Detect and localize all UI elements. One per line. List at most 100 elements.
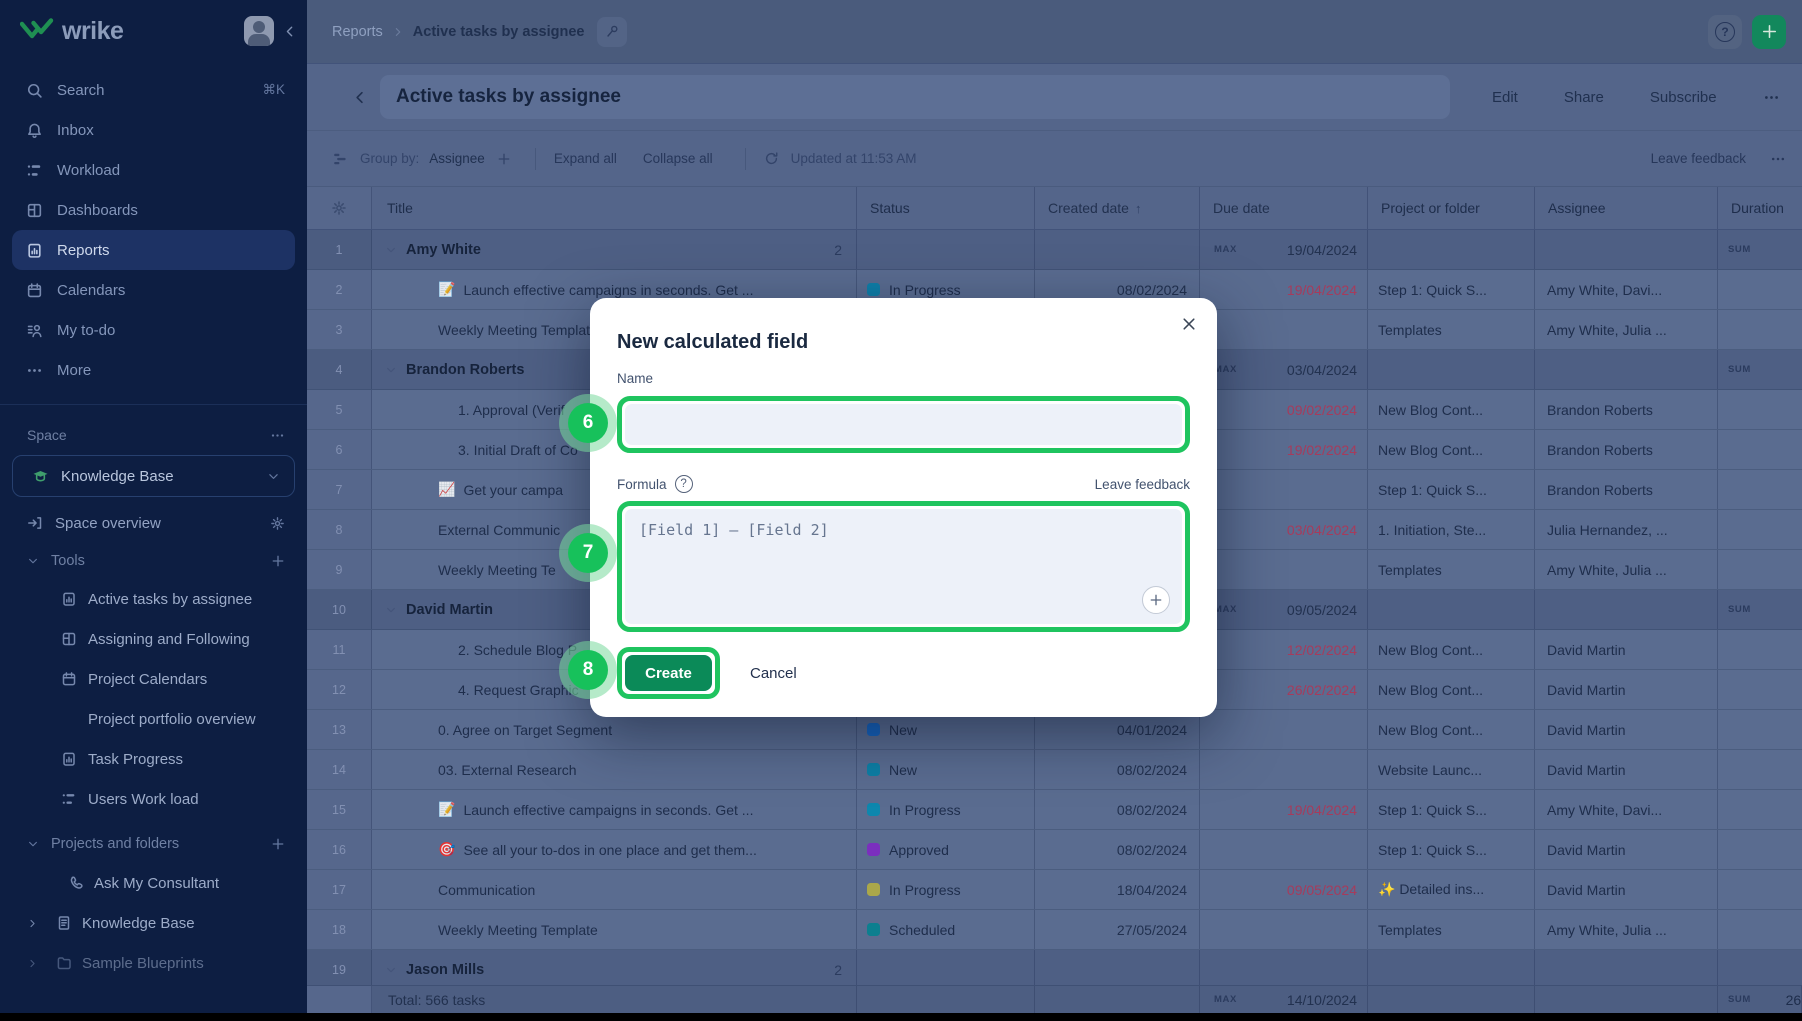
- close-icon[interactable]: [1181, 316, 1197, 332]
- name-label: Name: [617, 371, 1190, 386]
- created-date-cell: 18/04/2024: [1035, 870, 1200, 909]
- max-label: MAX: [1200, 994, 1237, 1005]
- name-input[interactable]: [625, 404, 1182, 445]
- pin-icon[interactable]: [597, 17, 627, 47]
- gear-icon[interactable]: [270, 516, 285, 531]
- space-selector[interactable]: Knowledge Base: [12, 455, 295, 497]
- sidebar-projects-header[interactable]: Projects and folders: [0, 825, 307, 863]
- column-header-created[interactable]: Created date↑: [1035, 187, 1200, 229]
- project-cell: Templates: [1368, 550, 1535, 589]
- sidebar-tool-task-progress[interactable]: Task Progress: [0, 739, 307, 779]
- table-row-1[interactable]: 1Amy White2MAX19/04/2024SUM: [307, 230, 1802, 270]
- sidebar-tools-header[interactable]: Tools: [0, 543, 307, 579]
- due-date-cell: [1200, 550, 1368, 589]
- column-header-assignee[interactable]: Assignee: [1535, 187, 1718, 229]
- refresh-icon[interactable]: [764, 151, 779, 166]
- modal-leave-feedback-link[interactable]: Leave feedback: [1095, 477, 1190, 492]
- sidebar-project-sample-blueprints[interactable]: Sample Blueprints: [0, 943, 307, 983]
- column-header-title[interactable]: Title: [372, 187, 857, 229]
- user-avatar[interactable]: [244, 16, 274, 46]
- table-row-19[interactable]: 19Jason Mills2: [307, 950, 1802, 985]
- tool-label: Project portfolio overview: [88, 711, 256, 728]
- sidebar-divider: [0, 404, 307, 405]
- project-cell: New Blog Cont...: [1368, 670, 1535, 709]
- sidebar: wrike Search⌘KInboxWorkloadDashboardsRep…: [0, 0, 307, 1021]
- chevron-down-icon: [385, 604, 397, 616]
- table-row-16[interactable]: 16🎯See all your to-dos in one place and …: [307, 830, 1802, 870]
- collapse-all-button[interactable]: Collapse all: [643, 151, 713, 166]
- global-add-button[interactable]: [1752, 15, 1786, 49]
- sidebar-item-my-to-do[interactable]: My to-do: [12, 310, 295, 350]
- task-title: Launch effective campaigns in seconds. G…: [463, 282, 753, 298]
- formula-help-icon[interactable]: ?: [675, 475, 693, 493]
- task-emoji-icon: 🎯: [438, 841, 455, 858]
- sidebar-item-more[interactable]: More: [12, 350, 295, 390]
- create-button[interactable]: Create: [625, 655, 712, 691]
- column-header-duration[interactable]: Duration: [1718, 187, 1802, 229]
- more-actions-icon[interactable]: [1763, 89, 1780, 106]
- sidebar-item-search[interactable]: Search⌘K: [12, 70, 295, 110]
- project-cell: [1368, 350, 1535, 389]
- due-date-cell: 09/02/2024: [1200, 390, 1368, 429]
- formula-label-row: Formula ? Leave feedback: [617, 475, 1190, 493]
- sidebar-item-reports[interactable]: Reports: [12, 230, 295, 270]
- toolbar-more-icon[interactable]: [1770, 151, 1786, 167]
- phone-icon: [68, 875, 84, 891]
- calendar-icon: [25, 282, 43, 299]
- group-by-value[interactable]: Assignee: [429, 151, 485, 166]
- add-project-icon[interactable]: [271, 837, 285, 851]
- sidebar-tool-project-calendars[interactable]: Project Calendars: [0, 659, 307, 699]
- gear-icon[interactable]: [331, 200, 347, 216]
- table-row-14[interactable]: 1403. External ResearchNew08/02/2024Webs…: [307, 750, 1802, 790]
- column-header-status[interactable]: Status: [857, 187, 1035, 229]
- sidebar-tool-users-work-load[interactable]: Users Work load: [0, 779, 307, 819]
- cancel-button[interactable]: Cancel: [750, 665, 797, 682]
- sidebar-collapse-icon[interactable]: [282, 24, 297, 39]
- formula-input[interactable]: [Field 1] – [Field 2]: [625, 509, 1182, 624]
- sidebar-project-ask-my-consultant[interactable]: Ask My Consultant: [0, 863, 307, 903]
- group-by-label: Group by:: [360, 151, 419, 166]
- sidebar-item-space-overview[interactable]: Space overview: [0, 503, 307, 543]
- sidebar-project-knowledge-base[interactable]: Knowledge Base: [0, 903, 307, 943]
- sidebar-tool-project-portfolio-overview[interactable]: Project portfolio overview: [0, 699, 307, 739]
- sidebar-item-calendars[interactable]: Calendars: [12, 270, 295, 310]
- tool-label: Users Work load: [88, 791, 199, 808]
- name-field-highlight: [617, 396, 1190, 453]
- task-title: Get your campa: [463, 482, 563, 498]
- subscribe-button[interactable]: Subscribe: [1650, 89, 1717, 106]
- edit-button[interactable]: Edit: [1492, 89, 1518, 106]
- sidebar-tool-assigning-and-following[interactable]: Assigning and Following: [0, 619, 307, 659]
- column-header-project[interactable]: Project or folder: [1368, 187, 1535, 229]
- sidebar-tool-active-tasks-by-assignee[interactable]: Active tasks by assignee: [0, 579, 307, 619]
- add-tool-icon[interactable]: [271, 554, 285, 568]
- tool-label: Project Calendars: [88, 671, 207, 688]
- title-cell: 🎯See all your to-dos in one place and ge…: [372, 830, 857, 869]
- space-more-icon[interactable]: [270, 428, 285, 443]
- table-row-18[interactable]: 18Weekly Meeting TemplateScheduled27/05/…: [307, 910, 1802, 950]
- table-row-15[interactable]: 15📝Launch effective campaigns in seconds…: [307, 790, 1802, 830]
- sidebar-item-workload[interactable]: Workload: [12, 150, 295, 190]
- duration-cell: [1718, 630, 1802, 669]
- report-title-field[interactable]: Active tasks by assignee: [380, 75, 1450, 119]
- share-button[interactable]: Share: [1564, 89, 1604, 106]
- assignee-cell: Brandon Roberts: [1535, 390, 1718, 429]
- column-header-due[interactable]: Due date: [1200, 187, 1368, 229]
- expand-all-button[interactable]: Expand all: [554, 151, 617, 166]
- updated-timestamp: Updated at 11:53 AM: [791, 151, 917, 166]
- screenshot-bottom-border: [0, 1013, 1802, 1021]
- leave-feedback-link[interactable]: Leave feedback: [1651, 151, 1746, 166]
- row-number: 13: [307, 710, 372, 749]
- help-button[interactable]: ?: [1708, 15, 1742, 49]
- back-button[interactable]: [351, 89, 368, 106]
- sidebar-item-dashboards[interactable]: Dashboards: [12, 190, 295, 230]
- sum-label: SUM: [1728, 604, 1751, 615]
- sort-ascending-icon: ↑: [1135, 201, 1142, 216]
- breadcrumb-reports[interactable]: Reports: [332, 24, 383, 40]
- plus-icon: [1761, 23, 1778, 40]
- row-number: 9: [307, 550, 372, 589]
- sidebar-item-inbox[interactable]: Inbox: [12, 110, 295, 150]
- assignee-cell: [1535, 230, 1718, 269]
- add-field-button[interactable]: [1142, 586, 1170, 614]
- table-row-17[interactable]: 17CommunicationIn Progress18/04/202409/0…: [307, 870, 1802, 910]
- add-grouping-icon[interactable]: [497, 152, 511, 166]
